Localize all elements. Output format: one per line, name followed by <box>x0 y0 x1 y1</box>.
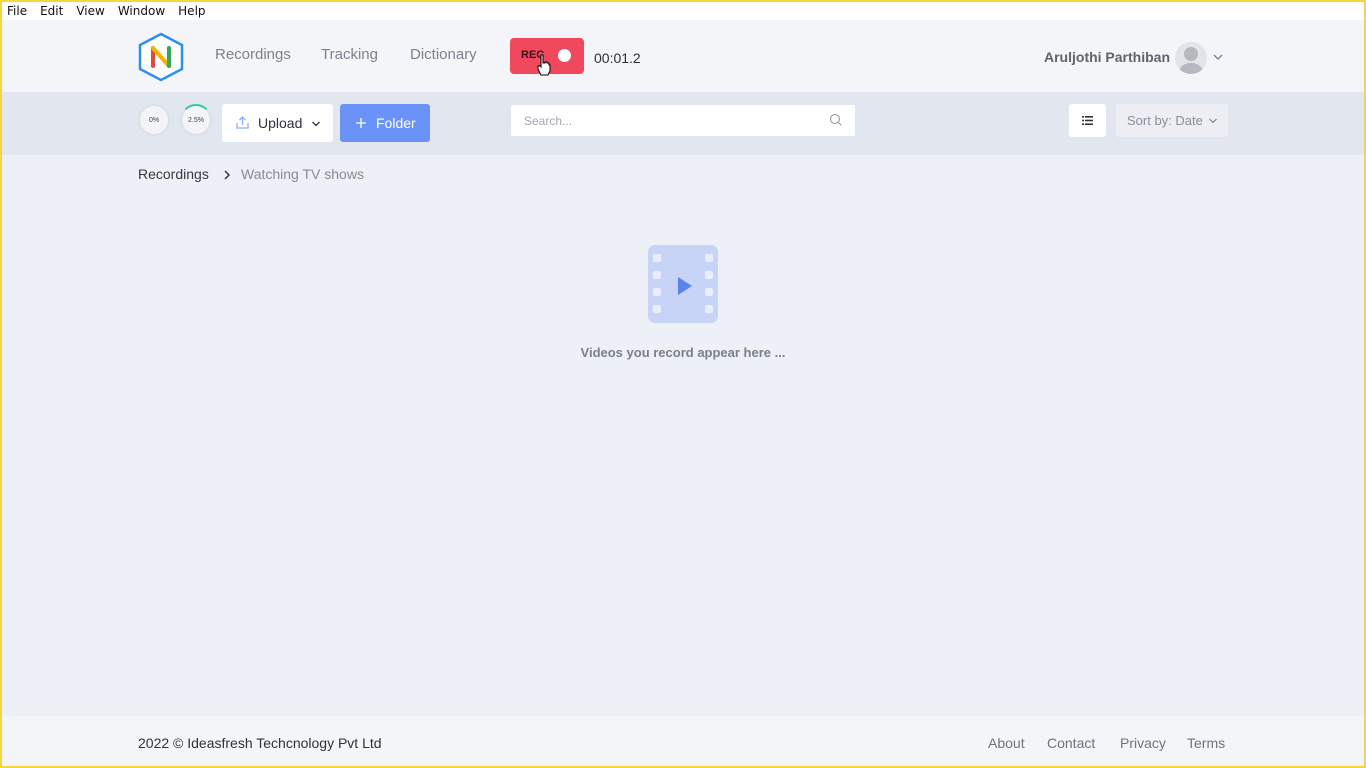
chevron-down-icon[interactable] <box>1212 51 1224 63</box>
user-name[interactable]: Aruljothi Parthiban <box>1044 49 1170 65</box>
folder-label: Folder <box>376 115 416 131</box>
footer-link-terms[interactable]: Terms <box>1187 735 1225 751</box>
logo-icon[interactable] <box>136 32 186 82</box>
upload-label: Upload <box>258 115 303 131</box>
search-icon[interactable] <box>829 113 843 127</box>
copyright: 2022 © Ideasfresh Techcnology Pvt Ltd <box>138 735 382 751</box>
footer-link-privacy[interactable]: Privacy <box>1120 735 1166 751</box>
menu-edit[interactable]: Edit <box>36 3 67 19</box>
menu-bar: File Edit View Window Help <box>2 2 1364 20</box>
toolbar: 0% 2.5% Upload Folder Search... Sort by:… <box>2 92 1364 155</box>
upload-button[interactable]: Upload <box>222 104 333 142</box>
recording-timer: 00:01.2 <box>594 50 641 66</box>
sort-label: Sort by: Date <box>1127 113 1203 128</box>
chevron-down-icon <box>312 121 320 127</box>
sort-dropdown[interactable]: Sort by: Date <box>1116 104 1228 137</box>
menu-view[interactable]: View <box>72 3 108 19</box>
upload-icon <box>236 116 249 129</box>
search-input[interactable] <box>511 105 821 136</box>
empty-state-message: Videos you record appear here ... <box>580 345 786 360</box>
video-file-icon <box>648 245 718 323</box>
chevron-right-icon <box>224 170 231 180</box>
search-box <box>511 105 855 136</box>
footer-link-about[interactable]: About <box>988 735 1025 751</box>
footer-link-contact[interactable]: Contact <box>1047 735 1095 751</box>
toggle-knob <box>558 49 571 62</box>
avatar-icon[interactable] <box>1175 42 1207 74</box>
chevron-down-icon <box>1209 118 1217 124</box>
cursor-icon <box>537 54 551 76</box>
record-toggle-button[interactable]: REC <box>510 38 584 76</box>
breadcrumb-current: Watching TV shows <box>241 166 364 182</box>
list-view-icon <box>1082 116 1093 125</box>
footer: 2022 © Ideasfresh Techcnology Pvt Ltd Ab… <box>2 716 1364 766</box>
progress-label: 0% <box>148 116 160 124</box>
top-nav: Recordings Tracking Dictionary REC 00:01… <box>2 20 1364 92</box>
menu-window[interactable]: Window <box>114 3 169 19</box>
nav-dictionary[interactable]: Dictionary <box>410 46 477 63</box>
progress-label: 2.5% <box>188 116 204 124</box>
progress-circle: 0% <box>138 104 170 136</box>
menu-file[interactable]: File <box>3 3 31 19</box>
nav-recordings[interactable]: Recordings <box>215 46 291 63</box>
breadcrumb-recordings[interactable]: Recordings <box>138 166 209 182</box>
new-folder-button[interactable]: Folder <box>340 104 430 142</box>
menu-help[interactable]: Help <box>174 3 209 19</box>
list-view-button[interactable] <box>1069 104 1106 137</box>
plus-icon <box>356 118 366 128</box>
nav-tracking[interactable]: Tracking <box>321 46 378 63</box>
app-window: File Edit View Window Help Recordings Tr… <box>2 2 1364 766</box>
progress-circle: 2.5% <box>180 104 212 136</box>
